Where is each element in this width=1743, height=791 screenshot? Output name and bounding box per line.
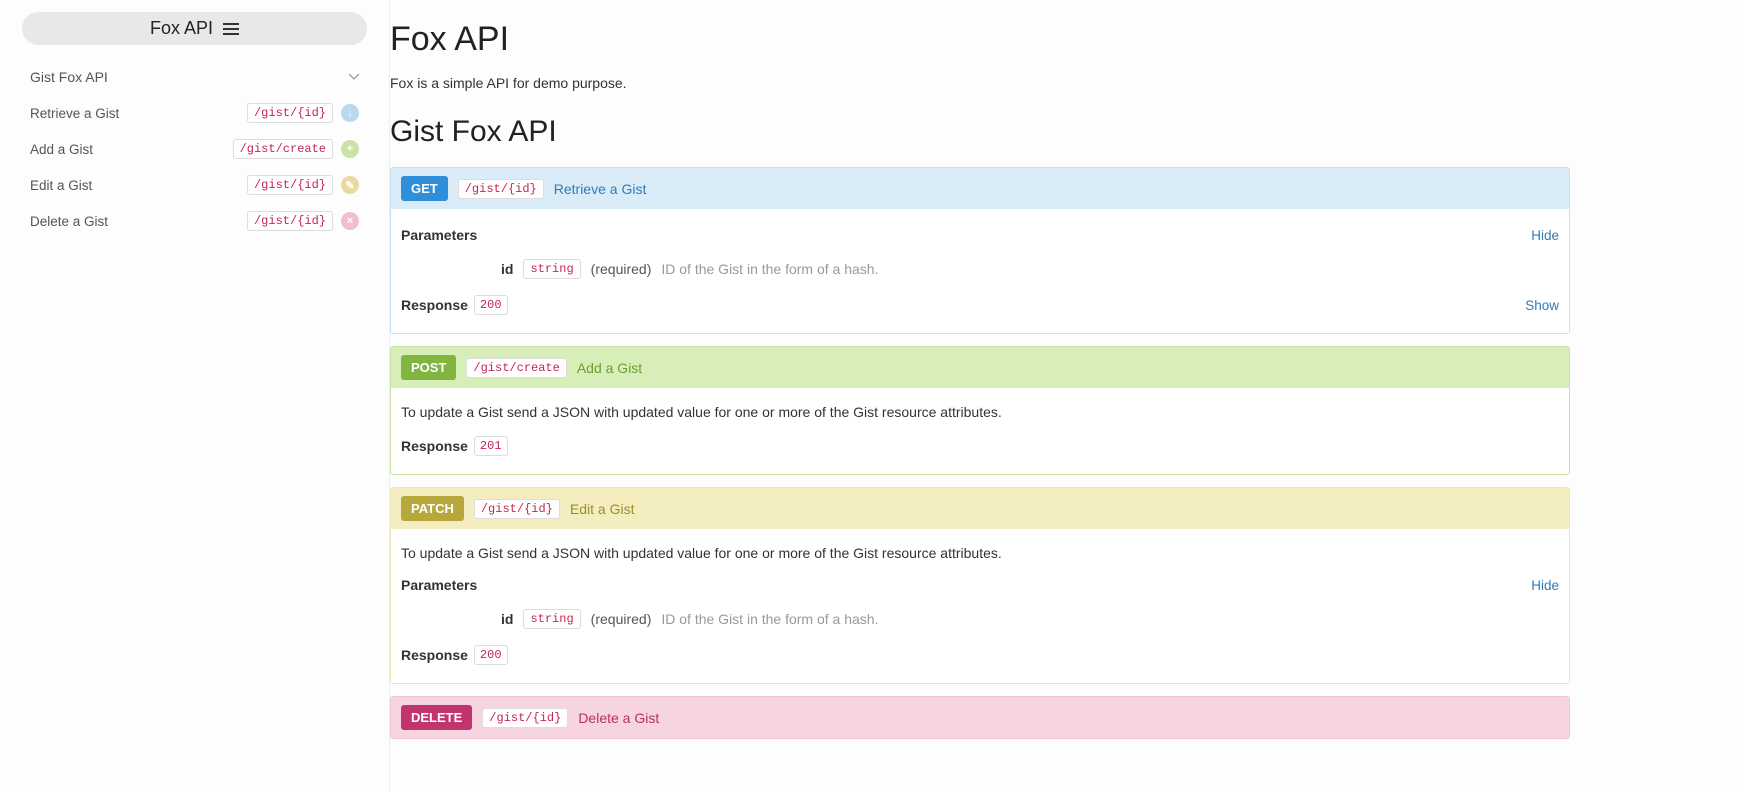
parameters-label: Parameters [401, 577, 477, 593]
chevron-down-icon [349, 74, 359, 80]
sidebar-title: Fox API [150, 18, 213, 39]
endpoint-delete-a-gist: DELETE /gist/{id} Delete a Gist [390, 696, 1570, 739]
endpoint-header[interactable]: GET /gist/{id} Retrieve a Gist [391, 168, 1569, 209]
method-dot-get-icon: ↓ [341, 104, 359, 122]
main-content: Fox API Fox is a simple API for demo pur… [390, 0, 1570, 791]
path-pill: /gist/create [233, 139, 333, 159]
response-label: Response [401, 647, 468, 663]
sidebar: Fox API Gist Fox API Retrieve a Gist /gi… [0, 0, 390, 791]
endpoint-header[interactable]: PATCH /gist/{id} Edit a Gist [391, 488, 1569, 529]
show-toggle[interactable]: Show [1525, 298, 1559, 313]
path-pill: /gist/{id} [247, 103, 333, 123]
param-name: id [501, 611, 513, 627]
param-name: id [501, 261, 513, 277]
method-badge-delete: DELETE [401, 705, 472, 730]
response-label: Response [401, 438, 468, 454]
endpoint-title-link[interactable]: Delete a Gist [578, 710, 659, 726]
method-badge-post: POST [401, 355, 456, 380]
path-pill: /gist/{id} [247, 211, 333, 231]
sidebar-title-bar[interactable]: Fox API [22, 12, 367, 45]
method-dot-post-icon: + [341, 140, 359, 158]
endpoint-body: Parameters Hide id string (required) ID … [391, 209, 1569, 333]
endpoint-path: /gist/{id} [474, 499, 560, 519]
section-title: Gist Fox API [390, 115, 1570, 149]
response-code: 201 [474, 436, 508, 456]
page-description: Fox is a simple API for demo purpose. [390, 75, 1570, 91]
endpoint-path: /gist/{id} [458, 179, 544, 199]
endpoint-path: /gist/create [466, 358, 566, 378]
path-pill: /gist/{id} [247, 175, 333, 195]
hide-toggle[interactable]: Hide [1531, 228, 1559, 243]
parameter-row: id string (required) ID of the Gist in t… [401, 249, 1559, 289]
endpoint-body: To update a Gist send a JSON with update… [391, 529, 1569, 683]
param-description: ID of the Gist in the form of a hash. [661, 611, 878, 627]
endpoint-title-link[interactable]: Retrieve a Gist [554, 181, 647, 197]
param-type: string [523, 609, 580, 629]
endpoint-retrieve-a-gist: GET /gist/{id} Retrieve a Gist Parameter… [390, 167, 1570, 334]
method-badge-patch: PATCH [401, 496, 464, 521]
endpoint-path: /gist/{id} [482, 708, 568, 728]
sidebar-item-label: Delete a Gist [30, 214, 108, 229]
response-code: 200 [474, 295, 508, 315]
method-badge-get: GET [401, 176, 448, 201]
sidebar-item-add-a-gist[interactable]: Add a Gist /gist/create + [22, 131, 367, 167]
endpoint-title-link[interactable]: Edit a Gist [570, 501, 635, 517]
param-type: string [523, 259, 580, 279]
endpoint-add-a-gist: POST /gist/create Add a Gist To update a… [390, 346, 1570, 475]
sidebar-item-retrieve-a-gist[interactable]: Retrieve a Gist /gist/{id} ↓ [22, 95, 367, 131]
sidebar-item-label: Retrieve a Gist [30, 106, 119, 121]
parameter-row: id string (required) ID of the Gist in t… [401, 599, 1559, 639]
response-label: Response [401, 297, 468, 313]
hide-toggle[interactable]: Hide [1531, 578, 1559, 593]
method-dot-delete-icon: × [341, 212, 359, 230]
endpoint-header[interactable]: POST /gist/create Add a Gist [391, 347, 1569, 388]
endpoint-description: To update a Gist send a JSON with update… [401, 541, 1559, 571]
method-dot-patch-icon: ✎ [341, 176, 359, 194]
endpoint-edit-a-gist: PATCH /gist/{id} Edit a Gist To update a… [390, 487, 1570, 684]
sidebar-item-label: Add a Gist [30, 142, 93, 157]
sidebar-group-gist-fox-api[interactable]: Gist Fox API [22, 59, 367, 95]
param-required: (required) [591, 261, 652, 277]
endpoint-header[interactable]: DELETE /gist/{id} Delete a Gist [391, 697, 1569, 738]
endpoint-title-link[interactable]: Add a Gist [577, 360, 642, 376]
param-required: (required) [591, 611, 652, 627]
page-title: Fox API [390, 20, 1570, 59]
hamburger-icon[interactable] [223, 23, 239, 35]
sidebar-item-label: Edit a Gist [30, 178, 92, 193]
response-code: 200 [474, 645, 508, 665]
sidebar-item-delete-a-gist[interactable]: Delete a Gist /gist/{id} × [22, 203, 367, 239]
endpoint-body: To update a Gist send a JSON with update… [391, 388, 1569, 474]
sidebar-group-label: Gist Fox API [30, 69, 108, 85]
parameters-label: Parameters [401, 227, 477, 243]
sidebar-item-edit-a-gist[interactable]: Edit a Gist /gist/{id} ✎ [22, 167, 367, 203]
param-description: ID of the Gist in the form of a hash. [661, 261, 878, 277]
endpoint-description: To update a Gist send a JSON with update… [401, 400, 1559, 430]
